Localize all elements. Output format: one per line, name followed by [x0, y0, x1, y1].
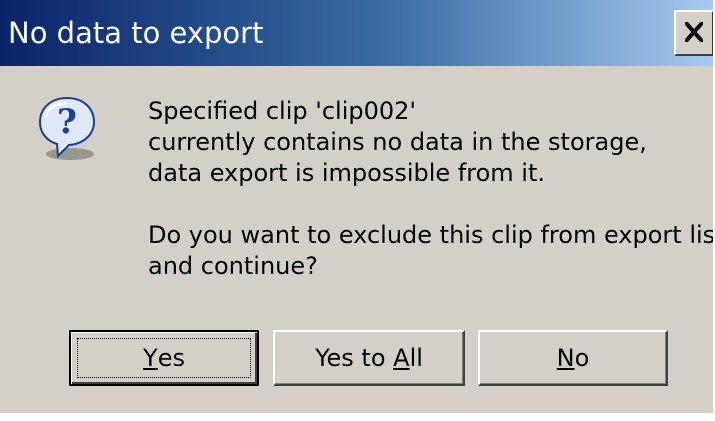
message-line: Do you want to exclude this clip from ex…: [148, 221, 715, 249]
yes-to-all-mnemonic: A: [393, 344, 410, 372]
yes-button[interactable]: Yes: [69, 330, 259, 386]
yes-label: es: [157, 344, 185, 372]
message-line: data export is impossible from it.: [148, 159, 545, 187]
close-icon: [685, 22, 703, 42]
yes-to-all-label: ll: [409, 344, 423, 372]
message-line: and continue?: [148, 252, 318, 280]
question-icon: ?: [38, 96, 96, 160]
message-dialog: No data to export ? Specified clip 'clip…: [0, 0, 715, 414]
close-button[interactable]: [674, 10, 713, 56]
yes-to-all-button[interactable]: Yes to All: [273, 330, 465, 386]
message-line: Specified clip 'clip002': [148, 97, 417, 125]
message-text: Specified clip 'clip002' currently conta…: [148, 96, 715, 282]
yes-to-all-prefix: Yes to: [315, 344, 394, 372]
no-label: o: [574, 344, 590, 372]
dialog-title: No data to export: [8, 16, 264, 50]
no-button[interactable]: No: [478, 330, 668, 386]
no-mnemonic: N: [556, 344, 575, 372]
yes-mnemonic: Y: [143, 344, 158, 372]
message-line: currently contains no data in the storag…: [148, 128, 647, 156]
title-bar[interactable]: No data to export: [0, 0, 713, 66]
svg-text:?: ?: [57, 102, 77, 142]
